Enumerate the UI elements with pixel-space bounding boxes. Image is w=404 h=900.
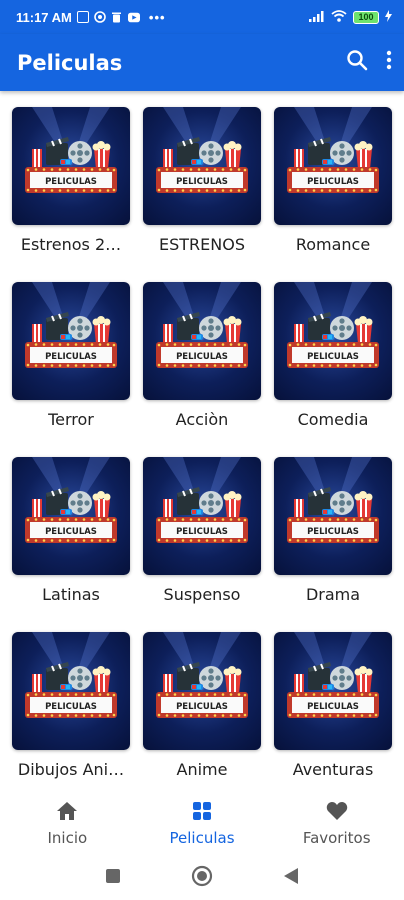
triangle-back-icon[interactable]	[283, 867, 299, 890]
square-recents-icon[interactable]	[105, 868, 121, 889]
app-bar: Peliculas	[0, 34, 404, 91]
category-tile[interactable]: PELICULAS Anime	[143, 632, 261, 779]
poster-image: PELICULAS	[12, 632, 130, 750]
category-tile[interactable]: PELICULAS Dibujos Ani…	[12, 632, 130, 779]
poster-image: PELICULAS	[143, 282, 261, 400]
poster-sign-text: PELICULAS	[307, 527, 359, 537]
status-time: 11:17 AM	[16, 9, 72, 25]
poster-sign-text: PELICULAS	[307, 702, 359, 712]
category-tile[interactable]: PELICULAS Drama	[274, 457, 392, 604]
grid-icon	[192, 801, 212, 825]
poster-image: PELICULAS	[274, 107, 392, 225]
system-navigation-bar	[0, 857, 404, 900]
more-vert-icon[interactable]	[386, 50, 392, 75]
category-tile[interactable]: PELICULAS Acciòn	[143, 282, 261, 429]
home-icon	[56, 801, 78, 825]
poster-sign-text: PELICULAS	[176, 702, 228, 712]
wifi-icon	[331, 9, 347, 25]
category-label: Latinas	[42, 585, 100, 604]
poster-sign-text: PELICULAS	[176, 352, 228, 362]
more-dots-icon: •••	[148, 9, 166, 25]
category-tile[interactable]: PELICULAS Terror	[12, 282, 130, 429]
youtube-icon	[127, 11, 140, 23]
nav-label-peliculas: Peliculas	[169, 829, 235, 847]
charging-icon	[385, 9, 392, 25]
poster-sign-text: PELICULAS	[45, 177, 97, 187]
category-label: Acciòn	[175, 410, 229, 429]
poster-sign-text: PELICULAS	[45, 352, 97, 362]
category-label: Terror	[48, 410, 94, 429]
poster-sign-text: PELICULAS	[45, 702, 97, 712]
notification-box-icon	[76, 11, 89, 23]
category-label: ESTRENOS	[159, 235, 245, 254]
category-tile[interactable]: PELICULAS Comedia	[274, 282, 392, 429]
poster-image: PELICULAS	[12, 457, 130, 575]
poster-image: PELICULAS	[12, 282, 130, 400]
signal-icon	[309, 10, 325, 25]
category-tile[interactable]: PELICULAS ESTRENOS	[143, 107, 261, 254]
bottom-navigation: Inicio Peliculas Favoritos	[0, 791, 404, 857]
poster-image: PELICULAS	[12, 107, 130, 225]
category-tile[interactable]: PELICULAS Aventuras	[274, 632, 392, 779]
nav-label-inicio: Inicio	[47, 829, 88, 847]
poster-sign-text: PELICULAS	[176, 527, 228, 537]
poster-image: PELICULAS	[274, 632, 392, 750]
poster-image: PELICULAS	[274, 282, 392, 400]
category-label: Aventuras	[292, 760, 374, 779]
poster-sign-text: PELICULAS	[307, 352, 359, 362]
category-label: Drama	[305, 585, 361, 604]
page-title: Peliculas	[17, 50, 123, 75]
category-label: Estrenos 2…	[20, 235, 122, 254]
nav-item-peliculas[interactable]: Peliculas	[135, 791, 270, 857]
nav-item-inicio[interactable]: Inicio	[0, 791, 135, 857]
nav-item-favoritos[interactable]: Favoritos	[269, 791, 404, 857]
category-tile[interactable]: PELICULAS Romance	[274, 107, 392, 254]
category-label: Suspenso	[163, 585, 241, 604]
category-label: Comedia	[297, 410, 369, 429]
poster-sign-text: PELICULAS	[45, 527, 97, 537]
status-bar: 11:17 AM ••• 100	[0, 0, 404, 34]
category-label: Dibujos Ani…	[17, 760, 125, 779]
battery-icon: 100	[353, 10, 379, 24]
category-grid: PELICULAS Estrenos 2… PELICULAS ESTRENOS…	[0, 91, 404, 791]
search-icon[interactable]	[346, 49, 368, 76]
poster-image: PELICULAS	[143, 632, 261, 750]
trash-icon	[111, 11, 123, 23]
category-tile[interactable]: PELICULAS Latinas	[12, 457, 130, 604]
poster-image: PELICULAS	[274, 457, 392, 575]
category-tile[interactable]: PELICULAS Estrenos 2…	[12, 107, 130, 254]
heart-icon	[326, 801, 348, 825]
nav-label-favoritos: Favoritos	[302, 829, 371, 847]
category-label: Anime	[176, 760, 228, 779]
poster-image: PELICULAS	[143, 107, 261, 225]
whatsapp-icon	[94, 11, 106, 23]
poster-sign-text: PELICULAS	[176, 177, 228, 187]
poster-image: PELICULAS	[143, 457, 261, 575]
poster-sign-text: PELICULAS	[307, 177, 359, 187]
category-tile[interactable]: PELICULAS Suspenso	[143, 457, 261, 604]
circle-home-icon[interactable]	[191, 865, 213, 892]
category-label: Romance	[295, 235, 371, 254]
